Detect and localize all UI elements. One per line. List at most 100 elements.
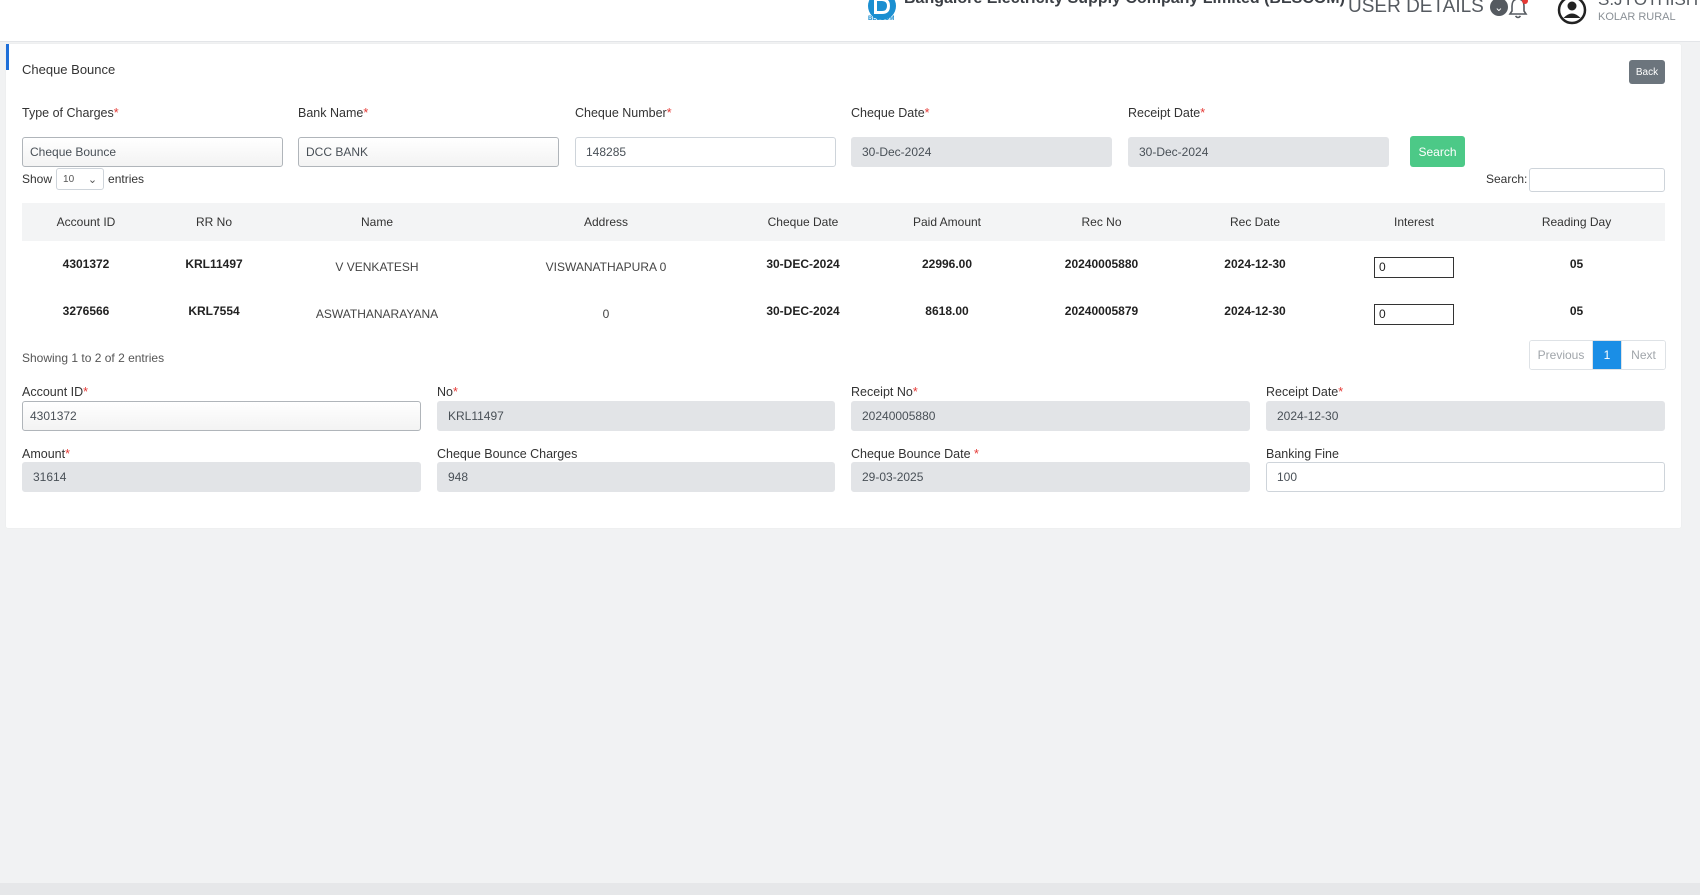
account-id-label-text: Account ID	[22, 385, 84, 399]
cheque-bounce-charges-input[interactable]: 948	[437, 462, 835, 492]
column-header[interactable]: Paid Amount	[870, 203, 1024, 241]
cheque-date-label-text: Cheque Date	[851, 106, 925, 120]
search-button[interactable]: Search	[1410, 136, 1465, 167]
column-header[interactable]: Interest	[1331, 203, 1497, 241]
page-length-value: 10	[63, 173, 75, 185]
bank-name-label-text: Bank Name	[298, 106, 364, 120]
column-header[interactable]: Rec No	[1024, 203, 1179, 241]
cell-paid-amount: 22996.00	[921, 257, 973, 271]
page-length-select[interactable]: 10 ⌄	[56, 168, 105, 190]
cell-reading-day: 05	[1569, 304, 1584, 318]
cheque-date-input[interactable]: 30-Dec-2024	[851, 137, 1112, 167]
column-header[interactable]: Account ID	[22, 203, 150, 241]
pagination: Previous 1 Next	[1529, 340, 1666, 370]
details-receipt-date-label-text: Receipt Date	[1266, 385, 1339, 399]
table-row[interactable]: 3276566 KRL7554 ASWATHANARAYANA 0 30-DEC…	[22, 288, 1665, 334]
required-mark: *	[452, 385, 458, 399]
interest-input[interactable]: 0	[1374, 303, 1454, 325]
cell-rec-date: 2024-12-30	[1224, 257, 1286, 271]
required-mark: *	[666, 106, 672, 120]
cell-name: ASWATHANARAYANA	[315, 307, 439, 321]
required-mark: *	[83, 385, 89, 399]
user-name: S.JYOTHISH	[1598, 0, 1698, 10]
cell-paid-amount: 8618.00	[925, 304, 969, 318]
cheque-bounce-card: Cheque Bounce Back Type of Charges* Bank…	[6, 44, 1681, 528]
cell-reading-day: 05	[1569, 257, 1584, 271]
required-mark: *	[924, 106, 930, 120]
required-mark: *	[1338, 385, 1344, 399]
cheque-number-label: Cheque Number*	[575, 106, 672, 120]
column-header[interactable]: Cheque Date	[736, 203, 870, 241]
next-page-button[interactable]: Next	[1621, 341, 1665, 369]
footer-strip	[0, 883, 1700, 895]
org-name: Bangalore Electricity Supply Company Lim…	[904, 0, 1345, 8]
receipt-date-label-text: Receipt Date	[1128, 106, 1201, 120]
table-search-input[interactable]	[1529, 168, 1665, 192]
user-location: KOLAR RURAL	[1598, 11, 1676, 23]
type-of-charges-select[interactable]: Cheque Bounce	[22, 137, 283, 167]
table-search-label: Search:	[1486, 172, 1528, 186]
bank-name-select[interactable]: DCC BANK	[298, 137, 559, 167]
receipt-no-label-text: Receipt No	[851, 385, 913, 399]
column-header[interactable]: Rec Date	[1179, 203, 1331, 241]
user-details-label: USER DETAILS	[1348, 0, 1484, 17]
logo-caption: BESCOM	[868, 16, 895, 22]
cheque-bounce-date-input[interactable]: 29-03-2025	[851, 462, 1250, 492]
avatar-icon[interactable]	[1557, 0, 1587, 25]
no-input[interactable]: KRL11497	[437, 401, 835, 431]
back-button[interactable]: Back	[1629, 60, 1665, 84]
column-header[interactable]: Address	[476, 203, 736, 241]
cell-cheque-date: 30-DEC-2024	[766, 257, 840, 271]
bank-name-label: Bank Name*	[298, 106, 368, 120]
show-label: Show	[22, 172, 53, 186]
chevron-down-icon: ⌄	[1489, 0, 1508, 16]
column-header[interactable]: RR No	[150, 203, 278, 241]
page-title: Cheque Bounce	[22, 62, 116, 77]
no-label-text: No	[437, 385, 453, 399]
interest-input[interactable]: 0	[1374, 256, 1454, 278]
cell-rr-no: KRL11497	[185, 257, 243, 271]
user-details-dropdown[interactable]: USER DETAILS ⌄	[1348, 0, 1508, 18]
cheque-bounce-date-label: Cheque Bounce Date *	[851, 447, 979, 461]
table-row[interactable]: 4301372 KRL11497 V VENKATESH VISWANATHAP…	[22, 241, 1665, 287]
cell-address: VISWANATHAPURA 0	[545, 260, 667, 274]
account-id-select[interactable]: 4301372	[22, 401, 421, 431]
column-header[interactable]: Reading Day	[1497, 203, 1656, 241]
required-mark: *	[65, 447, 70, 461]
cell-name: V VENKATESH	[335, 260, 419, 274]
cheque-number-label-text: Cheque Number	[575, 106, 667, 120]
amount-label-text: Amount	[22, 447, 66, 461]
details-receipt-date-input[interactable]: 2024-12-30	[1266, 401, 1665, 431]
receipt-no-input[interactable]: 20240005880	[851, 401, 1250, 431]
receipt-date-input[interactable]: 30-Dec-2024	[1128, 137, 1389, 167]
cheque-date-label: Cheque Date*	[851, 106, 930, 120]
cell-rr-no: KRL7554	[188, 304, 240, 318]
required-mark: *	[113, 106, 119, 120]
type-of-charges-label-text: Type of Charges	[22, 106, 114, 120]
card-accent-bar	[6, 44, 9, 70]
table-header: Account ID RR No Name Address Cheque Dat…	[22, 203, 1665, 241]
required-mark: *	[912, 385, 918, 399]
column-header[interactable]: Name	[278, 203, 476, 241]
cell-address: 0	[602, 307, 610, 321]
chevron-down-icon: ⌄	[87, 173, 98, 186]
receipt-date-label: Receipt Date*	[1128, 106, 1205, 120]
amount-input[interactable]: 31614	[22, 462, 421, 492]
details-receipt-date-label: Receipt Date*	[1266, 385, 1343, 399]
page-length-control: Show 10 ⌄ entries	[22, 168, 144, 190]
page-1-button[interactable]: 1	[1593, 341, 1621, 369]
no-label: No*	[437, 385, 458, 399]
cell-rec-date: 2024-12-30	[1224, 304, 1286, 318]
cell-interest: 0	[1331, 241, 1497, 287]
previous-page-button[interactable]: Previous	[1530, 341, 1593, 369]
cell-cheque-date: 30-DEC-2024	[766, 304, 840, 318]
entries-label: entries	[108, 172, 145, 186]
banking-fine-input[interactable]: 100	[1266, 462, 1665, 492]
account-id-label: Account ID*	[22, 385, 88, 399]
cell-interest: 0	[1331, 288, 1497, 334]
banking-fine-label: Banking Fine	[1266, 447, 1339, 461]
cheque-bounce-date-label-text: Cheque Bounce Date	[851, 447, 975, 461]
cheque-number-input[interactable]: 148285	[575, 137, 836, 167]
receipt-no-label: Receipt No*	[851, 385, 918, 399]
cell-rec-no: 20240005880	[1064, 257, 1139, 271]
